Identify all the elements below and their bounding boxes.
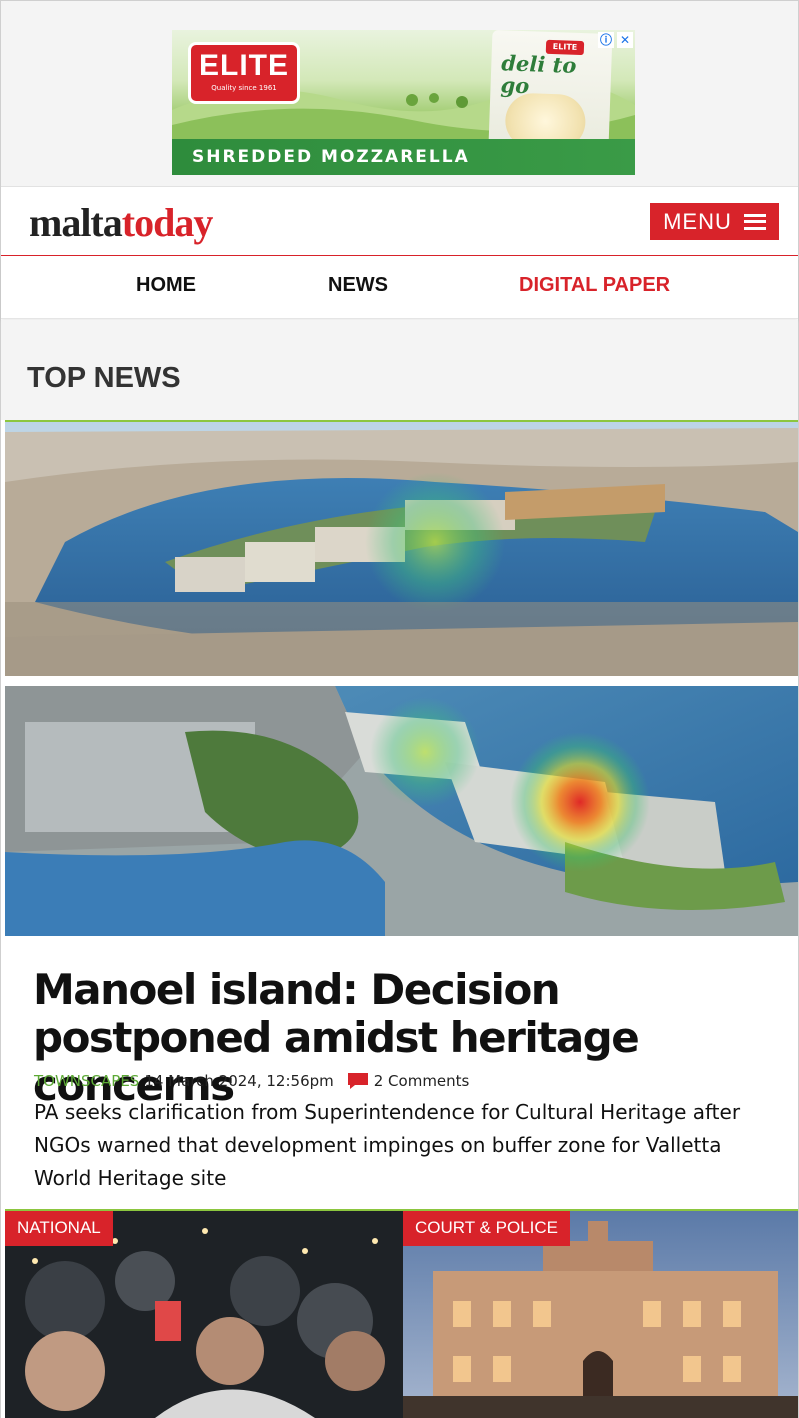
menu-label: MENU xyxy=(663,208,732,234)
logo-text-part1: malta xyxy=(29,200,123,245)
article-summary: PA seeks clarification from Superintende… xyxy=(34,1100,741,1190)
menu-button[interactable]: MENU xyxy=(650,203,779,240)
nav-home[interactable]: HOME xyxy=(136,274,196,297)
card-tag-court-police[interactable]: COURT & POLICE xyxy=(403,1211,570,1246)
section-title: TOP NEWS xyxy=(27,362,181,394)
site-logo[interactable]: maltatoday xyxy=(29,200,214,245)
nav-news[interactable]: NEWS xyxy=(328,274,388,297)
story-cards: NATIONAL COURT & POLICE xyxy=(5,1209,798,1418)
nav-digital-paper[interactable]: DIGITAL PAPER xyxy=(519,274,670,297)
comment-icon xyxy=(347,1073,368,1089)
ad-banner[interactable]: ELITE Quality since 1961 ELITE deli to g… xyxy=(172,30,635,175)
article-comments[interactable]: 2 Comments xyxy=(374,1072,470,1090)
article-meta: TOWNSCAPES 14 March 2024, 12:56pm 2 Comm… xyxy=(34,1072,469,1090)
ad-brand-logo: ELITE Quality since 1961 xyxy=(188,42,300,104)
hamburger-icon xyxy=(743,213,766,230)
section-area: TOP NEWS xyxy=(1,320,798,420)
site-header: maltatoday MENU xyxy=(1,186,798,257)
story-card-national[interactable]: NATIONAL xyxy=(5,1211,403,1418)
hero-image[interactable] xyxy=(5,420,798,936)
ad-controls: ⓘ ✕ xyxy=(598,32,633,48)
hero-image-art xyxy=(5,422,798,936)
ad-area: ELITE Quality since 1961 ELITE deli to g… xyxy=(1,0,798,187)
ad-tagline: SHREDDED MOZZARELLA xyxy=(192,147,470,167)
main-nav: HOME NEWS DIGITAL PAPER xyxy=(1,256,798,319)
ad-strip: SHREDDED MOZZARELLA xyxy=(172,139,635,175)
info-icon[interactable]: ⓘ xyxy=(598,32,614,48)
story-card-court-police[interactable]: COURT & POLICE xyxy=(403,1211,798,1418)
close-icon[interactable]: ✕ xyxy=(617,32,633,48)
article-date: 14 March 2024, 12:56pm xyxy=(144,1072,334,1090)
ad-brand-sub: Quality since 1961 xyxy=(211,84,277,92)
card-tag-national[interactable]: NATIONAL xyxy=(5,1211,113,1246)
logo-text-part2: today xyxy=(121,200,214,245)
ad-product-name: deli to go xyxy=(500,50,577,99)
top-article: Manoel island: Decision postponed amidst… xyxy=(1,936,798,1208)
ad-brand: ELITE xyxy=(198,49,289,82)
article-category[interactable]: TOWNSCAPES xyxy=(34,1072,139,1090)
